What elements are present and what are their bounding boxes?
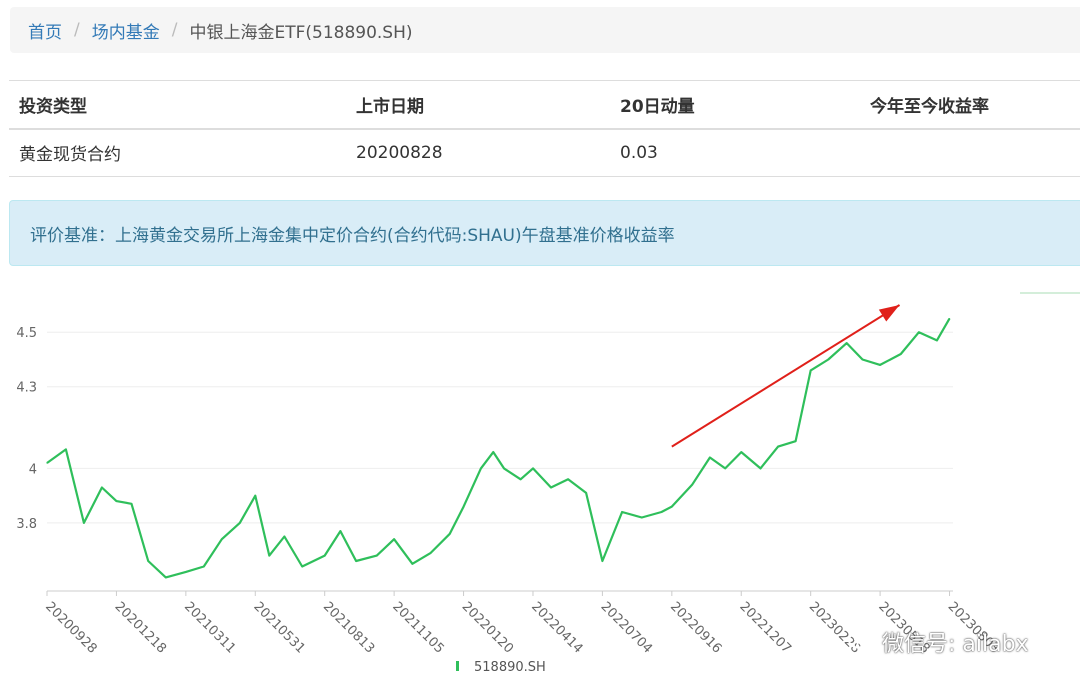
data-point xyxy=(621,511,623,513)
data-point xyxy=(430,552,432,554)
x-tick-label: 20220916 xyxy=(667,599,724,656)
data-point xyxy=(221,538,223,540)
x-tick-label: 20210531 xyxy=(250,599,307,656)
header-investment-type: 投资类型 xyxy=(9,80,346,130)
watermark-text: 微信号: ailabx xyxy=(882,632,1029,657)
data-point xyxy=(936,339,938,342)
legend-swatch xyxy=(456,661,459,671)
y-tick-label: 4.3 xyxy=(16,381,37,396)
data-point xyxy=(115,500,118,502)
cell-momentum: 0.03 xyxy=(610,128,860,177)
data-point xyxy=(519,478,522,480)
benchmark-text: 评价基准：上海黄金交易所上海金集中定价合约(合约代码:SHAU)午盘基准价格收益… xyxy=(30,225,675,246)
data-point xyxy=(671,505,673,508)
data-point xyxy=(879,364,881,366)
breadcrumb-separator: / xyxy=(171,20,178,40)
header-ytd-return: 今年至今收益率 xyxy=(860,80,1080,130)
data-point xyxy=(740,451,742,453)
breadcrumb-current: 中银上海金ETF(518890.SH) xyxy=(189,22,413,43)
data-point xyxy=(532,467,534,470)
x-tick-label: 20211105 xyxy=(389,599,446,656)
data-point xyxy=(147,560,149,562)
x-tick-label: 20210311 xyxy=(181,599,238,656)
data-point xyxy=(203,565,205,568)
breadcrumb: 首页 / 场内基金 / 中银上海金ETF(518890.SH) xyxy=(10,7,1080,53)
data-point xyxy=(918,331,920,333)
data-point xyxy=(846,342,848,344)
table-row: 黄金现货合约 20200828 0.03 xyxy=(9,128,1080,177)
y-tick-label: 3.8 xyxy=(16,517,37,532)
y-tick-label: 4 xyxy=(29,462,37,477)
header-listing-date: 上市日期 xyxy=(346,80,610,130)
data-point xyxy=(268,554,270,557)
data-point xyxy=(449,533,451,535)
wechat-icon xyxy=(848,631,874,653)
legend-label: 518890.SH xyxy=(474,660,546,675)
trend-arrow-head xyxy=(878,305,900,322)
breadcrumb-category-link[interactable]: 场内基金 xyxy=(92,18,160,43)
data-point xyxy=(324,554,326,557)
data-point xyxy=(393,538,395,540)
data-point xyxy=(411,563,413,565)
benchmark-notice: 评价基准：上海黄金交易所上海金集中定价合约(合约代码:SHAU)午盘基准价格收益… xyxy=(9,200,1080,266)
data-point xyxy=(254,495,256,497)
data-point xyxy=(283,535,285,538)
data-point xyxy=(239,522,241,524)
data-point xyxy=(900,353,902,355)
data-point xyxy=(861,358,864,361)
data-point xyxy=(83,522,85,524)
data-point xyxy=(165,576,167,578)
data-point xyxy=(810,369,812,371)
data-point xyxy=(355,560,357,562)
data-point xyxy=(503,467,505,470)
data-point xyxy=(948,318,951,320)
y-tick-label: 4.5 xyxy=(16,326,37,341)
data-point xyxy=(65,448,67,450)
data-point xyxy=(550,486,552,489)
header-momentum: 20日动量 xyxy=(610,80,860,130)
cell-ytd-return xyxy=(860,128,1080,177)
x-tick-label: 20200928 xyxy=(42,599,99,656)
data-point xyxy=(567,478,569,480)
data-point xyxy=(462,505,465,508)
cell-investment-type: 黄金现货合约 xyxy=(9,128,346,177)
data-point xyxy=(585,492,587,494)
data-point xyxy=(46,462,48,464)
data-point xyxy=(601,560,604,562)
data-point xyxy=(301,565,303,568)
data-point xyxy=(827,358,829,361)
data-point xyxy=(691,484,693,486)
data-point xyxy=(759,467,762,470)
data-point xyxy=(777,446,779,448)
data-point xyxy=(130,503,133,505)
breadcrumb-separator: / xyxy=(74,20,80,40)
fund-info-table: 投资类型 上市日期 20日动量 今年至今收益率 黄金现货合约 20200828 … xyxy=(9,80,1080,177)
data-point xyxy=(185,571,187,573)
data-point xyxy=(480,467,482,470)
x-tick-label: 20210813 xyxy=(320,599,377,656)
data-point xyxy=(660,511,663,513)
x-tick-label: 20220704 xyxy=(598,599,655,656)
cell-listing-date: 20200828 xyxy=(346,128,610,177)
data-point xyxy=(709,456,711,459)
x-tick-label: 20220414 xyxy=(528,599,585,656)
data-point xyxy=(101,486,103,489)
data-point xyxy=(339,530,342,532)
table-header-row: 投资类型 上市日期 20日动量 今年至今收益率 xyxy=(9,80,1080,130)
data-point xyxy=(641,516,643,519)
data-point xyxy=(724,467,726,470)
x-tick-label: 20221207 xyxy=(736,599,793,656)
x-tick-label: 20201218 xyxy=(112,599,169,656)
data-point xyxy=(492,451,494,453)
trend-arrow-line xyxy=(671,304,901,448)
breadcrumb-home-link[interactable]: 首页 xyxy=(28,18,62,43)
x-tick-label: 20220120 xyxy=(459,599,516,656)
watermark: 微信号: ailabx xyxy=(848,626,1029,658)
data-point xyxy=(376,554,378,557)
data-point xyxy=(795,440,797,442)
